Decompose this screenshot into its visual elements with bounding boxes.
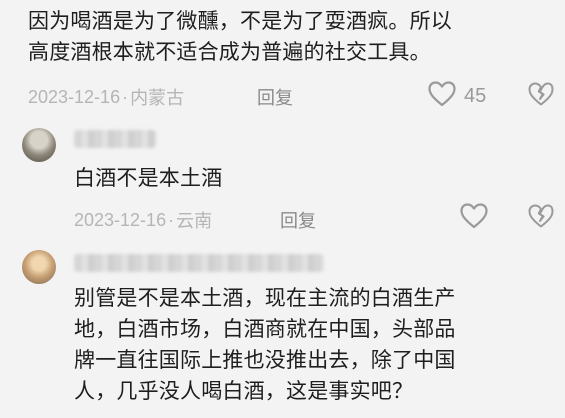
like-button[interactable]: 45 <box>428 81 486 111</box>
broken-heart-icon <box>528 82 554 110</box>
username-blurred <box>74 254 324 272</box>
like-button[interactable] <box>460 203 488 233</box>
comment-location: 内蒙古 <box>130 88 185 108</box>
comment-3-text-line4: 人，几乎没人喝白酒，这是事实吧？ <box>74 379 414 403</box>
avatar[interactable] <box>22 128 56 162</box>
reply-button[interactable]: 回复 <box>280 207 316 233</box>
comment-1-meta: 2023-12-16 · 内蒙古 <box>28 84 184 110</box>
comment-1-text-line1: 因为喝酒是为了微醺，不是为了耍酒疯。所以 <box>28 9 452 33</box>
comment-3-text-line3: 牌一直往国际上推也没推出去，除了中国 <box>74 348 456 372</box>
comment-2-meta: 2023-12-16 · 云南 <box>74 207 212 233</box>
username-blurred <box>74 130 156 148</box>
comment-3-text-line1: 别管是不是本土酒，现在主流的白酒生产 <box>74 286 456 310</box>
comment-date: 2023-12-16 <box>28 86 121 107</box>
comment-date: 2023-12-16 <box>74 209 167 230</box>
dislike-button[interactable] <box>528 204 554 232</box>
like-count: 45 <box>464 84 487 107</box>
comment-3-text-line2: 地，白酒市场，白酒商就在中国，头部品 <box>74 317 456 341</box>
heart-icon <box>428 81 456 111</box>
heart-icon <box>460 203 488 233</box>
comment-2-text: 白酒不是本土酒 <box>74 163 565 194</box>
comment-1-text-line2: 高度酒根本就不适合成为普遍的社交工具。 <box>28 40 431 64</box>
comment-3-text: 别管是不是本土酒，现在主流的白酒生产 地，白酒市场，白酒商就在中国，头部品 牌一… <box>74 283 554 407</box>
avatar[interactable] <box>22 250 56 284</box>
meta-separator: · <box>122 86 129 107</box>
meta-separator: · <box>168 209 175 230</box>
comment-location: 云南 <box>176 211 213 231</box>
comment-2-text-line1: 白酒不是本土酒 <box>74 166 223 190</box>
comment-1-text: 因为喝酒是为了微醺，不是为了耍酒疯。所以 高度酒根本就不适合成为普遍的社交工具。 <box>28 6 548 68</box>
broken-heart-icon <box>528 204 554 232</box>
reply-button[interactable]: 回复 <box>257 84 293 110</box>
dislike-button[interactable] <box>528 82 554 110</box>
